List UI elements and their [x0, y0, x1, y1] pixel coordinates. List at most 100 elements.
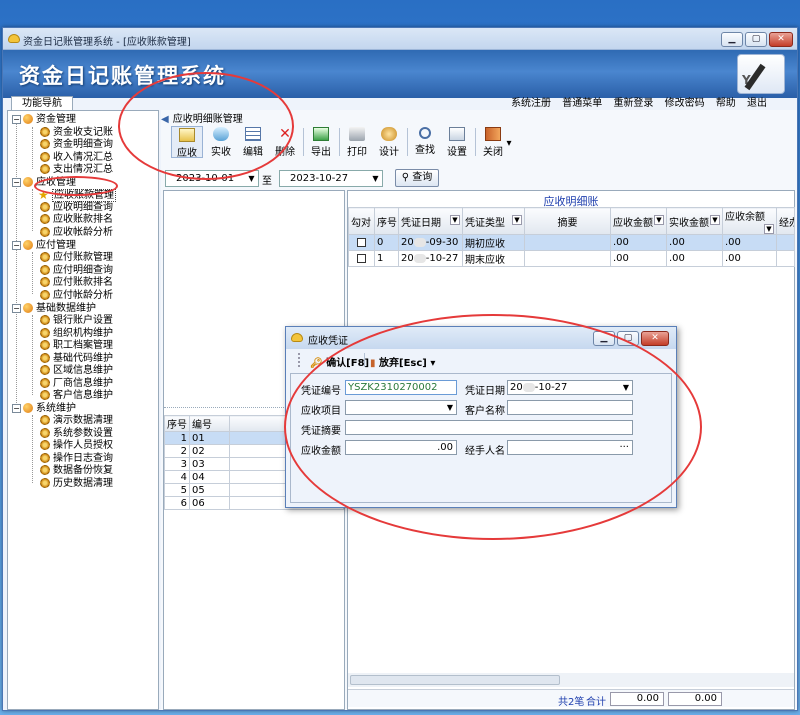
tree-item-funds-3[interactable]: 收入情况汇总 [40, 152, 113, 164]
sum-receivable: 0.00 [610, 692, 664, 706]
gear-icon [40, 290, 50, 300]
folder-icon [23, 303, 33, 313]
folder-icon [23, 114, 33, 124]
menu-relogin[interactable]: 重新登录 [613, 98, 653, 109]
table-row[interactable]: 1 20 -10-27 期末应收 .00 .00 .00 [348, 250, 795, 267]
logo-icon: Y [737, 54, 785, 94]
tree-group-basic-data[interactable]: − 基础数据维护 [12, 303, 96, 315]
tree-item-payable-2[interactable]: 应付明细查询 [40, 265, 113, 277]
sidebar-tab[interactable]: 功能导航 [11, 96, 73, 111]
menu-help[interactable]: 帮助 [716, 98, 736, 109]
tree-item-basic-2[interactable]: 组织机构维护 [40, 328, 113, 340]
printer-icon [349, 127, 365, 141]
tree-item-basic-4[interactable]: 基础代码维护 [40, 353, 113, 365]
design-icon [381, 127, 397, 141]
horizontal-scrollbar[interactable] [348, 673, 794, 687]
tree-item-payable-4[interactable]: 应付帐龄分析 [40, 290, 113, 302]
date-to-picker[interactable]: 2023-10-27 ▼ [279, 170, 383, 187]
tree-item-basic-5[interactable]: 区域信息维护 [40, 365, 113, 377]
col-check[interactable]: 勾对 [348, 207, 375, 235]
tree-item-payable-1[interactable]: 应付账款管理 [40, 252, 113, 264]
binoculars-icon: ⚲ [401, 172, 410, 183]
tree-item-basic-1[interactable]: 银行账户设置 [40, 315, 113, 327]
minimize-button[interactable]: ▁ [721, 32, 743, 47]
tree-item-system-2[interactable]: 系统参数设置 [40, 428, 113, 440]
gear-icon [40, 353, 50, 363]
tree-item-receivable-4[interactable]: 应收帐龄分析 [40, 227, 113, 239]
gear-icon [40, 328, 50, 338]
chevron-down-icon[interactable]: ▼ [450, 214, 460, 225]
tree-group-funds[interactable]: − 资金管理 [12, 114, 76, 126]
tree-item-funds-2[interactable]: 资金明细查询 [40, 139, 113, 151]
print-button[interactable]: 打印 [341, 126, 373, 158]
col-summary[interactable]: 摘要 [524, 207, 611, 235]
gear-icon [40, 252, 50, 262]
tree-item-receivable-2[interactable]: 应收明细查询 [40, 202, 113, 214]
app-icon [291, 333, 303, 342]
folder-icon [23, 240, 33, 250]
grid-title: 应收明细账 [543, 195, 599, 208]
col-code[interactable]: 编号 [189, 415, 230, 432]
gear-icon [40, 390, 50, 400]
col-receivable[interactable]: 应收金额 ▼ [610, 207, 667, 235]
tree-item-system-6[interactable]: 历史数据清理 [40, 478, 113, 490]
query-button[interactable]: ⚲ 查询 [395, 169, 439, 187]
tree-item-receivable-3[interactable]: 应收账款排名 [40, 214, 113, 226]
gear-icon [40, 277, 50, 287]
close-button[interactable]: ✕ [769, 32, 793, 47]
tree-item-basic-3[interactable]: 职工档案管理 [40, 340, 113, 352]
gear-icon [40, 428, 50, 438]
export-icon [313, 127, 329, 141]
gear-icon [40, 465, 50, 475]
chevron-down-icon[interactable]: ▼ [369, 171, 382, 186]
table-row[interactable]: 0 20 -09-30 期初应收 .00 .00 .00 [348, 234, 795, 251]
gear-icon [40, 365, 50, 375]
find-button[interactable]: 查找 [409, 126, 441, 158]
chevron-down-icon[interactable]: ▼ [654, 214, 664, 225]
tree-item-system-5[interactable]: 数据备份恢复 [40, 465, 113, 477]
dialog-close-button[interactable]: ✕ [641, 331, 669, 346]
gear-icon [40, 152, 50, 162]
toolbar-overflow[interactable]: ▾ [503, 138, 515, 170]
tree-item-system-1[interactable]: 演示数据清理 [40, 415, 113, 427]
folder-icon [23, 403, 33, 413]
menu-exit[interactable]: 退出 [747, 98, 767, 109]
tree-item-system-4[interactable]: 操作日志查询 [40, 453, 113, 465]
menu-normal[interactable]: 普通菜单 [562, 98, 602, 109]
col-date[interactable]: 凭证日期 ▼ [398, 207, 463, 235]
design-button[interactable]: 设计 [373, 126, 405, 158]
gear-icon [40, 164, 50, 174]
col-seq[interactable]: 序号 [164, 415, 190, 432]
tree-item-system-3[interactable]: 操作人员授权 [40, 440, 113, 452]
date-range-separator: 至 [262, 176, 272, 187]
col-received[interactable]: 实收金额 ▼ [666, 207, 723, 235]
settings-button[interactable]: 设置 [441, 126, 473, 158]
tree-item-basic-7[interactable]: 客户信息维护 [40, 390, 113, 402]
col-balance[interactable]: 应收余额 ▼ [722, 207, 777, 235]
tree-group-system[interactable]: − 系统维护 [12, 403, 76, 415]
chevron-down-icon[interactable]: ▼ [512, 214, 522, 225]
tree-item-basic-6[interactable]: 厂商信息维护 [40, 378, 113, 390]
maximize-button[interactable]: ▢ [745, 32, 767, 47]
gear-icon [40, 440, 50, 450]
col-seq[interactable]: 序号 [374, 207, 399, 235]
tree-item-funds-1[interactable]: 资金收支记账 [40, 127, 113, 139]
banner: 资金日记账管理系统 Y [3, 50, 797, 98]
tree-item-funds-4[interactable]: 支出情况汇总 [40, 164, 113, 176]
menu-register[interactable]: 系统注册 [511, 98, 551, 109]
menu-change-password[interactable]: 修改密码 [665, 98, 705, 109]
col-handler[interactable]: 经办 [776, 207, 795, 235]
tree-group-payable[interactable]: − 应付管理 [12, 240, 76, 252]
search-icon [419, 127, 431, 139]
grid-footer: 共2笔 合计 0.00 0.00 [348, 689, 794, 708]
dialog-title: 应收凭证 [308, 336, 348, 347]
chevron-down-icon[interactable]: ▼ [764, 224, 774, 234]
export-button[interactable]: 导出 [305, 126, 337, 158]
row-checkbox[interactable] [357, 253, 366, 263]
chevron-down-icon[interactable]: ▼ [710, 214, 720, 225]
col-type[interactable]: 凭证类型 ▼ [462, 207, 525, 235]
tree-item-payable-3[interactable]: 应付账款排名 [40, 277, 113, 289]
gear-icon [40, 265, 50, 275]
annotation-circle-menu-item [34, 176, 118, 196]
row-checkbox[interactable] [357, 237, 366, 247]
